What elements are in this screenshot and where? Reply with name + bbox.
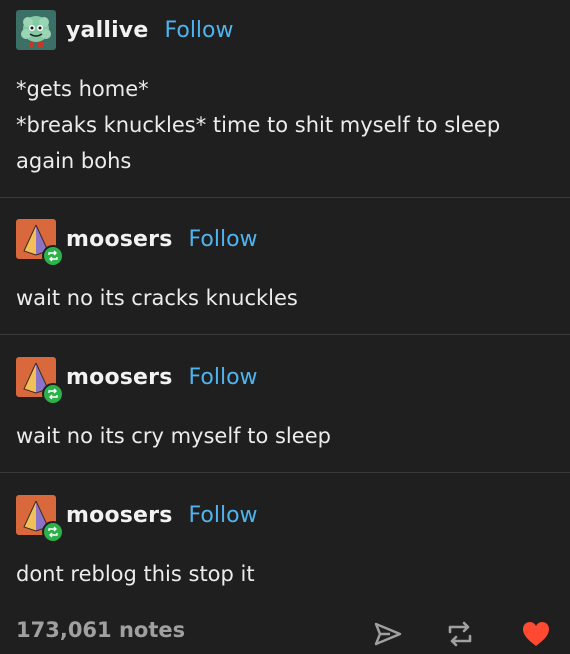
divider (0, 472, 570, 473)
notes-count[interactable]: 173,061 notes (16, 618, 185, 642)
reblog-badge (42, 521, 64, 543)
post-text: *gets home* *breaks knuckles* time to sh… (16, 77, 501, 173)
reblog-icon (448, 621, 472, 647)
reblog-icon (48, 526, 58, 538)
post-text: wait no its cry myself to sleep (16, 424, 331, 448)
follow-button[interactable]: Follow (164, 18, 233, 43)
post-header: moosers Follow (16, 219, 258, 267)
monster-avatar-icon (21, 16, 51, 47)
like-button[interactable] (520, 618, 552, 650)
follow-button[interactable]: Follow (189, 227, 258, 252)
post-header: moosers Follow (16, 357, 258, 405)
post-header: yallive Follow (16, 10, 234, 50)
tumblr-post: yallive Follow *gets home* *breaks knuck… (0, 0, 570, 654)
divider (0, 197, 570, 198)
avatar[interactable] (16, 357, 64, 405)
post-text: dont reblog this stop it (16, 562, 255, 586)
username[interactable]: moosers (66, 227, 173, 252)
heart-icon (523, 622, 549, 646)
follow-button[interactable]: Follow (189, 503, 258, 528)
username[interactable]: moosers (66, 503, 173, 528)
reblog-icon (48, 250, 58, 262)
avatar[interactable] (16, 10, 56, 50)
reblog-badge (42, 245, 64, 267)
post-text: wait no its cracks knuckles (16, 286, 298, 310)
reblog-icon (48, 388, 58, 400)
username[interactable]: yallive (66, 18, 148, 43)
share-icon (374, 622, 402, 646)
share-button[interactable] (372, 618, 404, 650)
post-header: moosers Follow (16, 495, 258, 543)
divider (0, 334, 570, 335)
reblog-button[interactable] (444, 618, 476, 650)
avatar[interactable] (16, 219, 64, 267)
reblog-badge (42, 383, 64, 405)
post-footer: 173,061 notes (0, 604, 570, 654)
follow-button[interactable]: Follow (189, 365, 258, 390)
username[interactable]: moosers (66, 365, 173, 390)
avatar[interactable] (16, 495, 64, 543)
